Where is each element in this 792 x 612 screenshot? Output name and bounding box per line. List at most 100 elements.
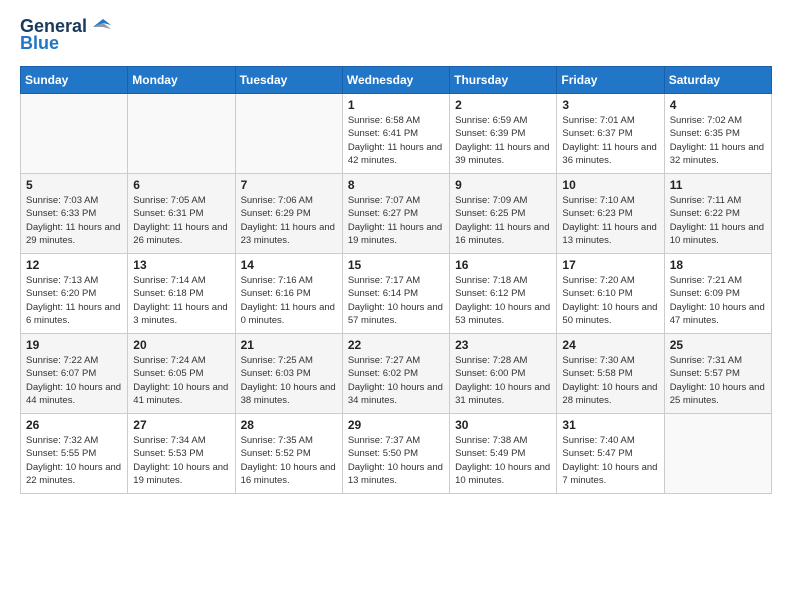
day-info: Sunrise: 7:05 AMSunset: 6:31 PMDaylight:… (133, 194, 229, 247)
day-number: 4 (670, 98, 766, 112)
day-info: Sunrise: 7:20 AMSunset: 6:10 PMDaylight:… (562, 274, 658, 327)
day-info: Sunrise: 7:17 AMSunset: 6:14 PMDaylight:… (348, 274, 444, 327)
day-number: 19 (26, 338, 122, 352)
calendar-cell: 25 Sunrise: 7:31 AMSunset: 5:57 PMDayligh… (664, 334, 771, 414)
calendar-cell: 10 Sunrise: 7:10 AMSunset: 6:23 PMDayligh… (557, 174, 664, 254)
header: General Blue (20, 16, 772, 54)
day-number: 23 (455, 338, 551, 352)
calendar-cell: 8Sunrise: 7:07 AMSunset: 6:27 PMDaylight… (342, 174, 449, 254)
calendar-header-monday: Monday (128, 67, 235, 94)
calendar-week-row: 26Sunrise: 7:32 AMSunset: 5:55 PMDayligh… (21, 414, 772, 494)
day-info: Sunrise: 7:18 AMSunset: 6:12 PMDaylight:… (455, 274, 551, 327)
calendar-cell: 4 Sunrise: 7:02 AMSunset: 6:35 PMDaylight… (664, 94, 771, 174)
day-number: 14 (241, 258, 337, 272)
day-number: 25 (670, 338, 766, 352)
logo-blue-text: Blue (20, 33, 59, 54)
logo: General Blue (20, 16, 111, 54)
calendar-cell: 29 Sunrise: 7:37 AMSunset: 5:50 PMDayligh… (342, 414, 449, 494)
day-number: 22 (348, 338, 444, 352)
day-info: Sunrise: 7:03 AMSunset: 6:33 PMDaylight:… (26, 194, 122, 247)
day-info: Sunrise: 7:37 AMSunset: 5:50 PMDaylight:… (348, 434, 444, 487)
calendar-cell: 15 Sunrise: 7:17 AMSunset: 6:14 PMDayligh… (342, 254, 449, 334)
calendar-cell: 9 Sunrise: 7:09 AMSunset: 6:25 PMDaylight… (450, 174, 557, 254)
calendar-cell: 26Sunrise: 7:32 AMSunset: 5:55 PMDayligh… (21, 414, 128, 494)
calendar-cell: 22 Sunrise: 7:27 AMSunset: 6:02 PMDayligh… (342, 334, 449, 414)
calendar-cell: 5 Sunrise: 7:03 AMSunset: 6:33 PMDaylight… (21, 174, 128, 254)
day-number: 10 (562, 178, 658, 192)
calendar-header-thursday: Thursday (450, 67, 557, 94)
calendar-header-row: SundayMondayTuesdayWednesdayThursdayFrid… (21, 67, 772, 94)
calendar-cell: 19Sunrise: 7:22 AMSunset: 6:07 PMDayligh… (21, 334, 128, 414)
logo-bird-icon (89, 19, 111, 35)
calendar-cell: 7 Sunrise: 7:06 AMSunset: 6:29 PMDaylight… (235, 174, 342, 254)
calendar-cell: 21 Sunrise: 7:25 AMSunset: 6:03 PMDayligh… (235, 334, 342, 414)
calendar-header-tuesday: Tuesday (235, 67, 342, 94)
calendar-cell (235, 94, 342, 174)
day-info: Sunrise: 7:25 AMSunset: 6:03 PMDaylight:… (241, 354, 337, 407)
day-number: 26 (26, 418, 122, 432)
calendar-cell: 28Sunrise: 7:35 AMSunset: 5:52 PMDayligh… (235, 414, 342, 494)
day-number: 2 (455, 98, 551, 112)
day-info: Sunrise: 7:30 AMSunset: 5:58 PMDaylight:… (562, 354, 658, 407)
day-number: 6 (133, 178, 229, 192)
calendar-week-row: 19Sunrise: 7:22 AMSunset: 6:07 PMDayligh… (21, 334, 772, 414)
calendar-cell (128, 94, 235, 174)
calendar-week-row: 1Sunrise: 6:58 AMSunset: 6:41 PMDaylight… (21, 94, 772, 174)
day-number: 7 (241, 178, 337, 192)
day-number: 30 (455, 418, 551, 432)
day-info: Sunrise: 7:34 AMSunset: 5:53 PMDaylight:… (133, 434, 229, 487)
day-info: Sunrise: 7:09 AMSunset: 6:25 PMDaylight:… (455, 194, 551, 247)
day-number: 29 (348, 418, 444, 432)
day-number: 20 (133, 338, 229, 352)
calendar-cell: 27 Sunrise: 7:34 AMSunset: 5:53 PMDayligh… (128, 414, 235, 494)
calendar-cell: 14Sunrise: 7:16 AMSunset: 6:16 PMDayligh… (235, 254, 342, 334)
calendar-cell: 31Sunrise: 7:40 AMSunset: 5:47 PMDayligh… (557, 414, 664, 494)
calendar-cell: 2 Sunrise: 6:59 AMSunset: 6:39 PMDaylight… (450, 94, 557, 174)
calendar-cell (664, 414, 771, 494)
calendar-cell: 12 Sunrise: 7:13 AMSunset: 6:20 PMDayligh… (21, 254, 128, 334)
day-info: Sunrise: 7:02 AMSunset: 6:35 PMDaylight:… (670, 114, 766, 167)
day-number: 24 (562, 338, 658, 352)
calendar-header-friday: Friday (557, 67, 664, 94)
day-number: 18 (670, 258, 766, 272)
day-info: Sunrise: 6:58 AMSunset: 6:41 PMDaylight:… (348, 114, 444, 167)
day-number: 9 (455, 178, 551, 192)
calendar-cell (21, 94, 128, 174)
day-number: 3 (562, 98, 658, 112)
calendar-cell: 23 Sunrise: 7:28 AMSunset: 6:00 PMDayligh… (450, 334, 557, 414)
day-number: 13 (133, 258, 229, 272)
day-info: Sunrise: 6:59 AMSunset: 6:39 PMDaylight:… (455, 114, 551, 167)
day-number: 12 (26, 258, 122, 272)
day-info: Sunrise: 7:01 AMSunset: 6:37 PMDaylight:… (562, 114, 658, 167)
calendar-week-row: 5 Sunrise: 7:03 AMSunset: 6:33 PMDaylight… (21, 174, 772, 254)
day-number: 28 (241, 418, 337, 432)
calendar-cell: 24 Sunrise: 7:30 AMSunset: 5:58 PMDayligh… (557, 334, 664, 414)
calendar-cell: 18Sunrise: 7:21 AMSunset: 6:09 PMDayligh… (664, 254, 771, 334)
day-info: Sunrise: 7:28 AMSunset: 6:00 PMDaylight:… (455, 354, 551, 407)
day-number: 16 (455, 258, 551, 272)
day-info: Sunrise: 7:10 AMSunset: 6:23 PMDaylight:… (562, 194, 658, 247)
day-info: Sunrise: 7:14 AMSunset: 6:18 PMDaylight:… (133, 274, 229, 327)
day-info: Sunrise: 7:06 AMSunset: 6:29 PMDaylight:… (241, 194, 337, 247)
day-info: Sunrise: 7:40 AMSunset: 5:47 PMDaylight:… (562, 434, 658, 487)
day-info: Sunrise: 7:11 AMSunset: 6:22 PMDaylight:… (670, 194, 766, 247)
day-number: 27 (133, 418, 229, 432)
day-info: Sunrise: 7:27 AMSunset: 6:02 PMDaylight:… (348, 354, 444, 407)
page: General Blue SundayMondayTuesdayWednesda… (0, 0, 792, 510)
calendar-cell: 3 Sunrise: 7:01 AMSunset: 6:37 PMDaylight… (557, 94, 664, 174)
calendar-cell: 17Sunrise: 7:20 AMSunset: 6:10 PMDayligh… (557, 254, 664, 334)
day-number: 5 (26, 178, 122, 192)
calendar-cell: 11 Sunrise: 7:11 AMSunset: 6:22 PMDayligh… (664, 174, 771, 254)
calendar-header-saturday: Saturday (664, 67, 771, 94)
day-info: Sunrise: 7:13 AMSunset: 6:20 PMDaylight:… (26, 274, 122, 327)
day-number: 21 (241, 338, 337, 352)
calendar-cell: 30Sunrise: 7:38 AMSunset: 5:49 PMDayligh… (450, 414, 557, 494)
calendar-cell: 6 Sunrise: 7:05 AMSunset: 6:31 PMDaylight… (128, 174, 235, 254)
calendar-cell: 16 Sunrise: 7:18 AMSunset: 6:12 PMDayligh… (450, 254, 557, 334)
day-info: Sunrise: 7:31 AMSunset: 5:57 PMDaylight:… (670, 354, 766, 407)
day-number: 15 (348, 258, 444, 272)
calendar-cell: 1Sunrise: 6:58 AMSunset: 6:41 PMDaylight… (342, 94, 449, 174)
day-info: Sunrise: 7:24 AMSunset: 6:05 PMDaylight:… (133, 354, 229, 407)
calendar-cell: 13 Sunrise: 7:14 AMSunset: 6:18 PMDayligh… (128, 254, 235, 334)
day-number: 11 (670, 178, 766, 192)
